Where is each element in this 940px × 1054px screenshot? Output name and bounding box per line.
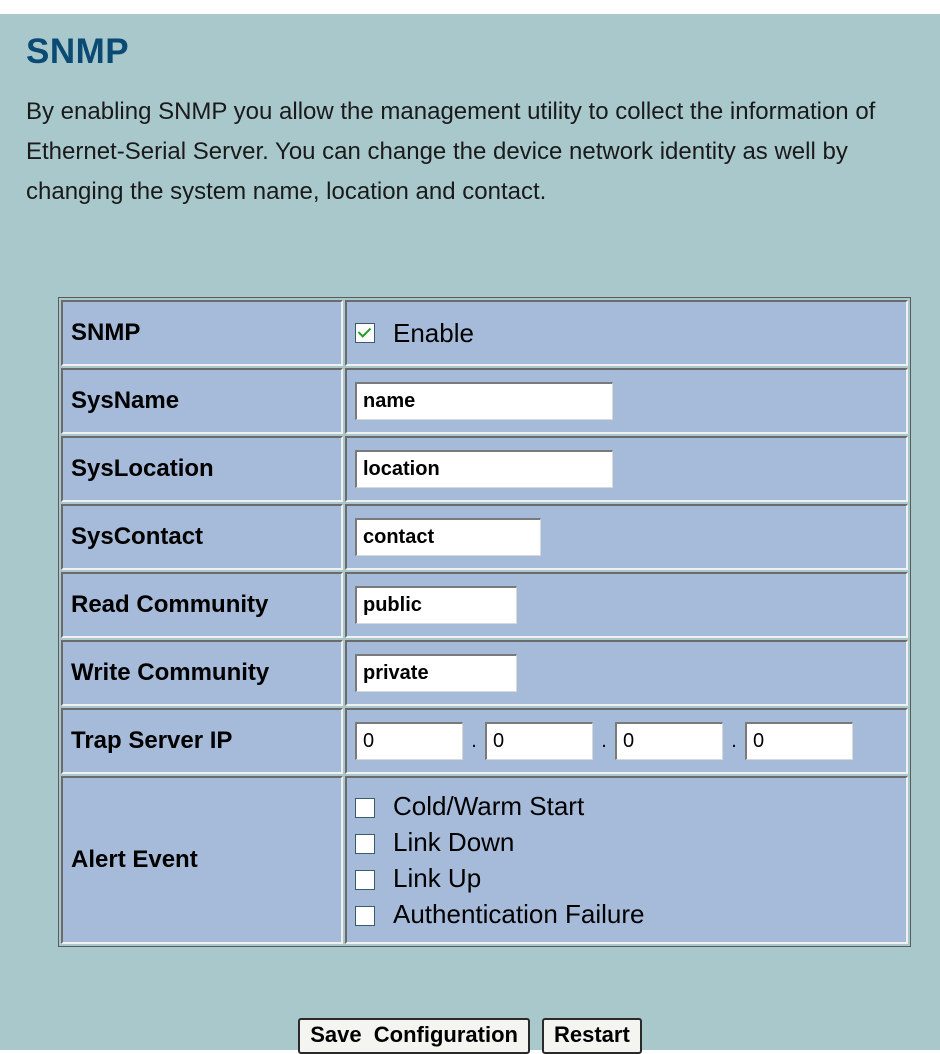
row-syslocation: SysLocation location [61,436,908,502]
syscontact-input[interactable]: contact [355,518,541,556]
link-up-checkbox[interactable] [355,870,375,891]
row-alert-event: Alert Event Cold/Warm Start Link Down Li… [61,776,908,944]
read-community-label: Read Community [61,572,343,638]
row-trap-server-ip: Trap Server IP 0. 0. 0. 0 [61,708,908,774]
snmp-label: SNMP [61,300,343,366]
alert-event-cell: Cold/Warm Start Link Down Link Up Authen… [345,776,908,944]
alert-option-cold-warm-start: Cold/Warm Start [355,788,906,824]
trap-server-ip-cell: 0. 0. 0. 0 [345,708,908,774]
alert-option-authentication-failure: Authentication Failure [355,896,906,932]
cold-warm-start-checkbox[interactable] [355,798,375,819]
read-community-cell: public [345,572,908,638]
row-write-community: Write Community private [61,640,908,706]
snmp-enable-checkbox[interactable] [355,323,375,343]
row-sysname: SysName name [61,368,908,434]
row-read-community: Read Community public [61,572,908,638]
write-community-label: Write Community [61,640,343,706]
trap-ip-octet-4[interactable]: 0 [745,722,853,760]
read-community-input[interactable]: public [355,586,517,624]
alert-event-label: Alert Event [61,776,343,944]
sysname-label: SysName [61,368,343,434]
ip-separator: . [471,729,477,752]
snmp-enable-label: Enable [393,317,474,348]
link-down-label: Link Down [393,827,515,857]
trap-server-ip-label: Trap Server IP [61,708,343,774]
sysname-cell: name [345,368,908,434]
save-configuration-button[interactable]: Save Configuration [298,1018,530,1054]
cold-warm-start-label: Cold/Warm Start [393,791,585,821]
syscontact-cell: contact [345,504,908,570]
restart-button[interactable]: Restart [541,1018,642,1054]
snmp-config-table: SNMP Enable SysName name SysLocation loc… [58,297,911,947]
syscontact-label: SysContact [61,504,343,570]
write-community-input[interactable]: private [355,654,517,692]
trap-ip-octet-1[interactable]: 0 [355,722,463,760]
row-syscontact: SysContact contact [61,504,908,570]
sysname-input[interactable]: name [355,382,613,420]
authentication-failure-label: Authentication Failure [393,899,645,929]
ip-separator: . [731,729,737,752]
page-title: SNMP [26,32,130,71]
content-panel: SNMP By enabling SNMP you allow the mana… [0,14,940,1050]
row-snmp: SNMP Enable [61,300,908,366]
syslocation-cell: location [345,436,908,502]
write-community-cell: private [345,640,908,706]
authentication-failure-checkbox[interactable] [355,906,375,927]
syslocation-input[interactable]: location [355,450,613,488]
link-down-checkbox[interactable] [355,834,375,855]
snmp-enable-cell: Enable [345,300,908,366]
page-description: By enabling SNMP you allow the managemen… [26,98,876,205]
button-bar: Save Configuration Restart [0,1018,940,1054]
syslocation-label: SysLocation [61,436,343,502]
link-up-label: Link Up [393,863,482,893]
alert-option-link-down: Link Down [355,824,906,860]
trap-ip-octet-3[interactable]: 0 [615,722,723,760]
ip-separator: . [601,729,607,752]
trap-ip-octet-2[interactable]: 0 [485,722,593,760]
alert-option-link-up: Link Up [355,860,906,896]
